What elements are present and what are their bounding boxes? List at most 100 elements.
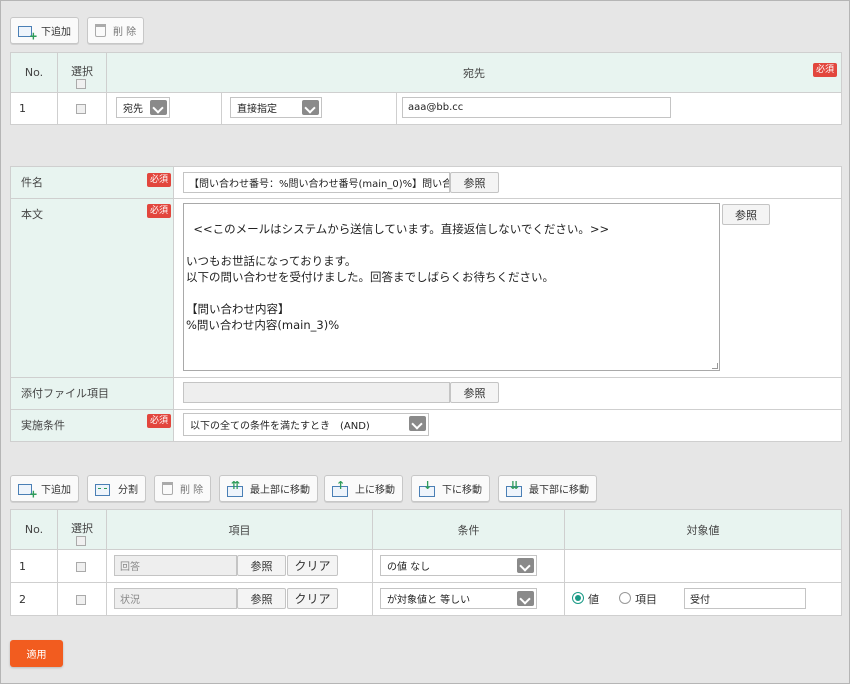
condition-select[interactable]: が対象値と 等しい — [380, 588, 537, 609]
col-recipient-header: 宛先 — [106, 52, 842, 93]
condition-mode-select[interactable]: 以下の全ての条件を満たすとき (AND) — [183, 413, 429, 436]
condition-value: が対象値と 等しい — [387, 595, 471, 606]
move-bottom-icon — [506, 479, 522, 497]
item-clear-button[interactable]: クリア — [287, 555, 338, 576]
move-top-icon — [227, 479, 243, 497]
item-ref-label: 参照 — [250, 592, 273, 606]
item-input[interactable]: 回答 — [114, 555, 237, 576]
row-select-checkbox[interactable] — [76, 595, 86, 605]
subject-value: 【問い合わせ番号：%問い合わせ番号(main_0)%】問い合わせを受け付けました — [189, 179, 450, 190]
move-up-icon — [332, 479, 348, 497]
chevron-down-icon — [302, 100, 319, 115]
add-row-icon — [18, 482, 37, 501]
col-target-header: 対象値 — [564, 509, 842, 550]
delete-label-2: 削 除 — [180, 485, 204, 496]
item-value: 回答 — [120, 562, 140, 573]
target-value-input[interactable]: 受付 — [684, 588, 806, 609]
recipient-type-select[interactable]: 宛先 — [116, 97, 170, 118]
item-clear-label: クリア — [294, 592, 331, 606]
col-item-header: 項目 — [106, 509, 373, 550]
condition-required-badge: 必須 — [147, 414, 172, 428]
split-label: 分割 — [118, 485, 138, 496]
col-no-header: No. — [10, 52, 58, 93]
recipient-method-value: 直接指定 — [237, 104, 277, 115]
attachment-ref-button[interactable]: 参照 — [450, 382, 499, 403]
row-select-checkbox[interactable] — [76, 562, 86, 572]
body-required-badge: 必須 — [147, 204, 172, 218]
move-up-label: 上に移動 — [355, 485, 395, 496]
recipient-address-value: aaa@bb.cc — [408, 102, 464, 113]
target-cell — [564, 549, 842, 583]
select-all-checkbox[interactable] — [76, 79, 86, 89]
chevron-down-icon — [150, 100, 167, 115]
apply-label: 適用 — [26, 650, 47, 661]
move-down-icon — [419, 479, 435, 497]
item-input[interactable]: 状況 — [114, 588, 237, 609]
subject-input[interactable]: 【問い合わせ番号：%問い合わせ番号(main_0)%】問い合わせを受け付けました — [183, 172, 450, 193]
chevron-down-icon — [409, 416, 426, 431]
target-type-value-label: 値 — [588, 593, 599, 606]
row-number: 2 — [10, 582, 58, 616]
recipient-address-input[interactable]: aaa@bb.cc — [402, 97, 671, 118]
cell-divider — [221, 93, 222, 124]
item-value: 状況 — [120, 595, 140, 606]
item-ref-label: 参照 — [250, 559, 273, 573]
cell-divider — [396, 93, 397, 124]
attachment-input[interactable] — [183, 382, 450, 403]
condition-value: の値 なし — [387, 562, 431, 573]
attachment-label: 添付ファイル項目 — [21, 387, 109, 400]
move-down-button[interactable]: 下に移動 — [411, 475, 490, 502]
move-top-button[interactable]: 最上部に移動 — [219, 475, 318, 502]
move-down-label: 下に移動 — [442, 485, 482, 496]
chevron-down-icon — [517, 591, 534, 606]
select-all-checkbox[interactable] — [76, 536, 86, 546]
target-type-item-radio[interactable] — [619, 592, 631, 604]
chevron-down-icon — [517, 558, 534, 573]
condition-mode-value: 以下の全ての条件を満たすとき (AND) — [190, 421, 370, 432]
delete-button[interactable]: 削 除 — [87, 17, 145, 44]
delete-label: 削 除 — [113, 27, 137, 38]
move-top-label: 最上部に移動 — [250, 485, 310, 496]
attachment-label-cell: 添付ファイル項目 — [10, 377, 174, 410]
add-below-label: 下追加 — [41, 27, 71, 38]
subject-ref-label: 参照 — [463, 176, 486, 190]
target-type-value-radio[interactable] — [572, 592, 584, 604]
subject-required-badge: 必須 — [147, 173, 172, 187]
attachment-ref-label: 参照 — [463, 386, 486, 400]
split-icon — [95, 482, 111, 496]
delete-button-2[interactable]: 削 除 — [154, 475, 212, 502]
row-select-checkbox[interactable] — [76, 104, 86, 114]
target-type-item-label: 項目 — [635, 593, 657, 606]
col-select-label: 選択 — [71, 521, 93, 535]
add-row-icon — [18, 24, 37, 43]
move-up-button[interactable]: 上に移動 — [324, 475, 403, 502]
move-bottom-button[interactable]: 最下部に移動 — [498, 475, 597, 502]
add-below-button[interactable]: 下追加 — [10, 17, 79, 44]
row-number: 1 — [10, 549, 58, 583]
resize-grip-icon[interactable] — [712, 363, 718, 369]
item-clear-button[interactable]: クリア — [287, 588, 338, 609]
body-textarea[interactable]: <<このメールはシステムから送信しています。直接返信しないでください。>> いつ… — [183, 203, 720, 371]
split-button[interactable]: 分割 — [87, 475, 146, 502]
add-below-button-2[interactable]: 下追加 — [10, 475, 79, 502]
body-ref-button[interactable]: 参照 — [722, 204, 770, 225]
apply-button[interactable]: 適用 — [10, 640, 63, 667]
col-no-header: No. — [10, 509, 58, 550]
subject-ref-button[interactable]: 参照 — [450, 172, 499, 193]
col-select-label: 選択 — [71, 64, 93, 78]
col-condition-header: 条件 — [372, 509, 565, 550]
move-bottom-label: 最下部に移動 — [529, 485, 589, 496]
item-ref-button[interactable]: 参照 — [237, 588, 286, 609]
trash-icon — [95, 24, 106, 37]
item-ref-button[interactable]: 参照 — [237, 555, 286, 576]
body-ref-label: 参照 — [735, 208, 757, 222]
row-number: 1 — [10, 92, 58, 125]
recipient-method-select[interactable]: 直接指定 — [230, 97, 322, 118]
target-value: 受付 — [690, 595, 710, 606]
required-badge: 必須 — [813, 63, 838, 77]
body-label-cell: 本文 — [10, 198, 174, 378]
condition-select[interactable]: の値 なし — [380, 555, 537, 576]
add-below-label-2: 下追加 — [41, 485, 71, 496]
recipient-header-label: 宛先 — [463, 66, 485, 80]
condition-label: 実施条件 — [21, 419, 65, 432]
